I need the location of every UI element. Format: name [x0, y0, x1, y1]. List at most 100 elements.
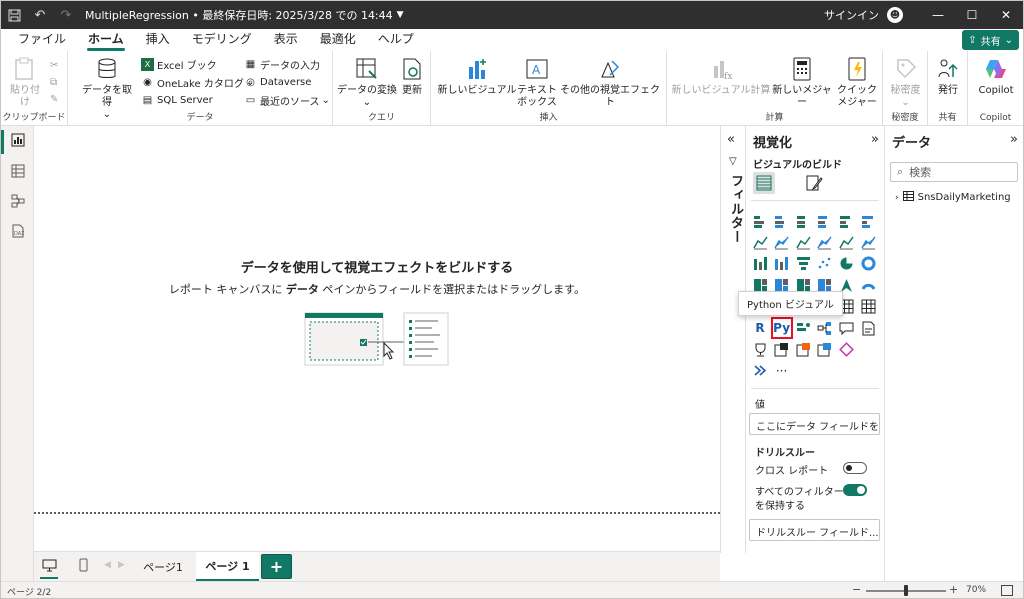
close-button[interactable]: ✕ — [989, 1, 1023, 29]
save-icon[interactable] — [1, 1, 27, 29]
sensitivity-button[interactable]: 秘密度 ⌄ — [887, 56, 924, 109]
zoom-in-button[interactable]: + — [949, 583, 958, 596]
line-chart-icon[interactable] — [751, 233, 769, 251]
maximize-button[interactable]: ☐ — [955, 1, 989, 29]
mobile-layout-icon[interactable] — [79, 558, 88, 575]
desktop-layout-icon[interactable] — [42, 559, 57, 575]
table-view-icon[interactable] — [9, 162, 26, 179]
page-tab-2[interactable]: ページ 1 — [196, 552, 259, 582]
collapse-visualizations-icon[interactable]: » — [871, 132, 879, 147]
100-stacked-area-chart-icon[interactable] — [816, 233, 834, 251]
more-visuals-button[interactable]: その他の視覚エフェクト — [557, 56, 663, 109]
onelake-button[interactable]: ◉ OneLake カタログ ⌄ — [141, 74, 254, 90]
paste-button[interactable]: 貼り付け — [7, 56, 43, 109]
stacked-column-chart-icon[interactable] — [773, 212, 791, 230]
keep-filters-toggle[interactable] — [843, 484, 867, 496]
zoom-out-button[interactable]: − — [852, 583, 861, 596]
transform-data-button[interactable]: データの変換 ⌄ — [337, 56, 397, 109]
format-visual-tab[interactable] — [803, 172, 825, 194]
cut-icon[interactable]: ✂ — [50, 57, 58, 73]
stacked-area-chart-icon[interactable] — [794, 233, 812, 251]
funnel-chart-icon[interactable] — [794, 255, 812, 273]
quick-measure-button[interactable]: クイック メジャー — [835, 56, 879, 109]
menu-home[interactable]: ホーム — [77, 29, 135, 51]
more-visuals-icon[interactable] — [751, 362, 769, 380]
power-automate-icon[interactable] — [816, 340, 834, 358]
values-field-well[interactable]: ここにデータ フィールドを... — [749, 413, 880, 435]
data-search-input[interactable]: ⌕ 検索 — [890, 162, 1018, 182]
undo-icon[interactable]: ↶ — [27, 1, 53, 29]
menu-insert[interactable]: 挿入 — [135, 29, 181, 51]
key-influencers-icon[interactable] — [794, 319, 812, 337]
avatar-icon[interactable]: ☻ — [887, 7, 903, 23]
share-button[interactable]: ⇪ 共有 ⌄ — [962, 30, 1019, 50]
paginated-report-icon[interactable] — [773, 340, 791, 358]
add-page-button[interactable]: + — [261, 554, 292, 579]
area-chart-icon[interactable] — [773, 233, 791, 251]
waterfall-chart-icon[interactable] — [773, 255, 791, 273]
title-dropdown-icon[interactable]: ▼ — [397, 10, 404, 20]
line-stacked-column-chart-icon[interactable] — [837, 233, 855, 251]
stacked-bar-chart-icon[interactable] — [751, 212, 769, 230]
refresh-button[interactable]: 更新 — [399, 56, 425, 97]
gauge-icon[interactable] — [859, 276, 877, 294]
menu-view[interactable]: 表示 — [263, 29, 309, 51]
zoom-slider-thumb[interactable] — [904, 585, 908, 596]
scatter-chart-icon[interactable] — [816, 255, 834, 273]
matrix-icon[interactable] — [859, 298, 877, 316]
recent-sources-button[interactable]: ▭ 最近のソース ⌄ — [244, 92, 330, 108]
minimize-button[interactable]: — — [921, 1, 955, 29]
menu-optimize[interactable]: 最適化 — [309, 29, 367, 51]
textbox-button[interactable]: A テキスト ボックス — [517, 56, 557, 109]
get-more-visuals-icon[interactable]: ··· — [773, 362, 791, 380]
donut-chart-icon[interactable] — [859, 255, 877, 273]
fit-to-page-icon[interactable] — [1001, 585, 1013, 596]
new-visual-calc-button[interactable]: fx 新しいビジュアル計算 — [671, 56, 771, 97]
page-tab-1[interactable]: ページ1 — [131, 552, 195, 582]
clustered-bar-chart-icon[interactable] — [794, 212, 812, 230]
collapse-data-icon[interactable]: » — [1010, 132, 1018, 147]
copy-icon[interactable]: ⧉ — [50, 74, 57, 90]
excel-button[interactable]: X Excel ブック — [141, 56, 217, 72]
table-item[interactable]: › SnsDailyMarketing — [895, 191, 1011, 204]
smart-narrative-icon[interactable] — [859, 319, 877, 337]
decomposition-tree-icon[interactable] — [816, 319, 834, 337]
menu-help[interactable]: ヘルプ — [367, 29, 425, 51]
goals-icon[interactable] — [751, 340, 769, 358]
signin-button[interactable]: サインイン — [824, 7, 879, 23]
drillthrough-field-well[interactable]: ドリルスルー フィールド... — [749, 519, 880, 541]
pie-chart-icon[interactable] — [837, 255, 855, 273]
r-visual-icon[interactable]: R — [751, 319, 769, 337]
dax-query-view-icon[interactable]: DAX — [9, 222, 26, 239]
arcgis-icon[interactable] — [837, 340, 855, 358]
python-visual-icon[interactable]: Py — [770, 317, 793, 339]
line-clustered-column-chart-icon[interactable] — [859, 233, 877, 251]
report-view-icon[interactable] — [9, 131, 26, 148]
redo-icon[interactable]: ↷ — [53, 1, 79, 29]
100-stacked-column-chart-icon[interactable] — [859, 212, 877, 230]
filters-pane-collapsed[interactable]: « ▽ フィルター — [720, 126, 746, 553]
new-visual-button[interactable]: 新しいビジュアル — [437, 56, 517, 97]
format-painter-icon[interactable]: ✎ — [50, 91, 58, 107]
100-stacked-bar-chart-icon[interactable] — [837, 212, 855, 230]
chevron-right-icon[interactable]: › — [895, 193, 899, 203]
new-measure-button[interactable]: 新しいメジャー — [769, 56, 835, 109]
next-page-icon[interactable]: ▶ — [118, 560, 125, 570]
expand-filters-icon[interactable]: « — [727, 132, 735, 147]
dataverse-button[interactable]: ◎ Dataverse — [244, 74, 311, 90]
copilot-button[interactable]: Copilot — [974, 56, 1018, 97]
qa-icon[interactable] — [837, 319, 855, 337]
power-apps-icon[interactable] — [794, 340, 812, 358]
model-view-icon[interactable] — [9, 192, 26, 209]
clustered-column-chart-icon[interactable] — [816, 212, 834, 230]
menu-modeling[interactable]: モデリング — [181, 29, 263, 51]
enter-data-button[interactable]: ▦ データの入力 — [244, 56, 320, 72]
menu-file[interactable]: ファイル — [7, 29, 77, 51]
build-visual-tab[interactable] — [753, 172, 775, 194]
prev-page-icon[interactable]: ◀ — [104, 560, 111, 570]
publish-button[interactable]: 発行 — [932, 56, 964, 97]
report-canvas[interactable]: データを使用して視覚エフェクトをビルドする レポート キャンバスに データ ペイ… — [34, 126, 720, 551]
ribbon-chart-icon[interactable] — [751, 255, 769, 273]
sql-server-button[interactable]: ▤ SQL Server — [141, 92, 213, 108]
cross-report-toggle[interactable] — [843, 462, 867, 474]
